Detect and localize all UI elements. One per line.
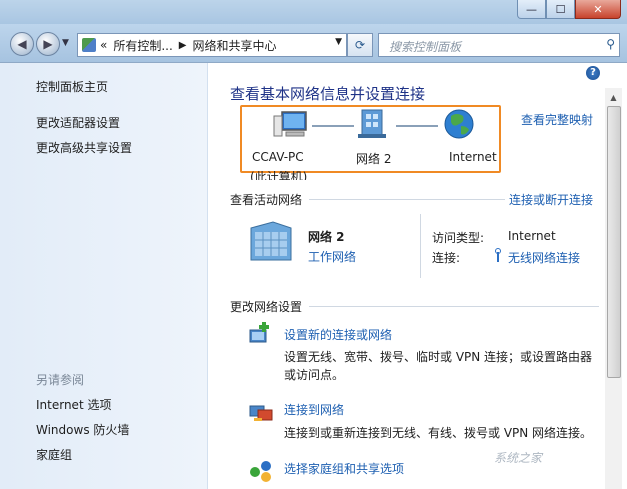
- maximize-button[interactable]: ☐: [546, 0, 575, 19]
- internet-label: Internet: [449, 150, 497, 164]
- connect-network-icon[interactable]: [248, 400, 274, 424]
- close-button[interactable]: ✕: [575, 0, 621, 19]
- window: — ☐ ✕ ◀ ▶ ▼ « 所有控制... ▶ 网络和共享中心 ▼ ⟳ 搜索控制…: [0, 0, 627, 489]
- search-icon[interactable]: ⚲: [606, 37, 615, 51]
- breadcrumb-all-control-panel[interactable]: 所有控制...: [113, 37, 172, 54]
- network-icon[interactable]: [356, 108, 392, 140]
- change-settings-header: 更改网络设置: [230, 300, 303, 314]
- connect-to-network-link[interactable]: 连接到网络: [284, 401, 344, 418]
- sidebar-item-internet-options[interactable]: Internet 选项: [36, 396, 111, 413]
- setup-connection-desc-2: 或访问点。: [284, 368, 345, 382]
- connect-disconnect-link[interactable]: 连接或断开连接: [509, 191, 593, 208]
- work-network-icon[interactable]: [245, 220, 297, 264]
- window-controls: — ☐ ✕: [517, 0, 621, 19]
- title-bar: — ☐ ✕: [0, 0, 627, 24]
- sidebar-item-windows-firewall[interactable]: Windows 防火墙: [36, 421, 129, 438]
- page-title: 查看基本网络信息并设置连接: [230, 85, 426, 103]
- network-label: 网络 2: [356, 152, 392, 166]
- scroll-up-icon[interactable]: ▲: [605, 90, 622, 106]
- section-divider: [309, 306, 599, 307]
- connection-label: 连接:: [432, 251, 461, 265]
- active-network-name: 网络 2: [308, 230, 345, 244]
- network-type-link[interactable]: 工作网络: [308, 248, 356, 265]
- sidebar: 控制面板主页 更改适配器设置 更改高级共享设置 另请参阅 Internet 选项…: [0, 63, 208, 489]
- connection-line: [396, 125, 438, 127]
- access-type-value: Internet: [508, 229, 556, 243]
- minimize-button[interactable]: —: [517, 0, 546, 19]
- sidebar-item-adapter-settings[interactable]: 更改适配器设置: [36, 114, 120, 131]
- active-networks-header: 查看活动网络: [230, 193, 303, 207]
- homegroup-icon[interactable]: [248, 458, 274, 482]
- sidebar-item-homegroup[interactable]: 家庭组: [36, 446, 72, 463]
- section-divider: [309, 199, 505, 200]
- connection-line: [312, 125, 354, 127]
- pc-sublabel: (此计算机): [250, 171, 308, 180]
- setup-connection-link[interactable]: 设置新的连接或网络: [284, 326, 392, 343]
- computer-icon[interactable]: [272, 110, 308, 140]
- refresh-icon[interactable]: ⟳: [347, 33, 373, 57]
- homegroup-sharing-link[interactable]: 选择家庭组和共享选项: [284, 460, 404, 477]
- chevron-right-icon[interactable]: ▶: [179, 40, 187, 51]
- search-input[interactable]: 搜索控制面板 ⚲: [378, 33, 620, 57]
- sidebar-item-advanced-sharing[interactable]: 更改高级共享设置: [36, 139, 132, 156]
- wireless-icon: [495, 248, 501, 262]
- setup-connection-desc: 设置无线、宽带、拨号、临时或 VPN 连接；或设置路由器: [284, 350, 593, 364]
- breadcrumb-overflow[interactable]: «: [100, 38, 107, 52]
- pc-label: CCAV-PC: [252, 150, 304, 164]
- scrollbar-thumb[interactable]: [607, 106, 621, 378]
- see-also-header: 另请参阅: [36, 373, 85, 387]
- connect-to-network-desc: 连接到或重新连接到无线、有线、拨号或 VPN 网络连接。: [284, 426, 593, 440]
- vertical-divider: [420, 214, 421, 278]
- full-map-link[interactable]: 查看完整映射: [521, 111, 593, 128]
- new-connection-icon[interactable]: [248, 322, 274, 348]
- watermark: 系统之家: [494, 451, 543, 465]
- globe-icon[interactable]: [443, 108, 475, 140]
- chevron-down-icon[interactable]: ▼: [335, 37, 342, 47]
- wireless-connection-link[interactable]: 无线网络连接: [508, 249, 580, 266]
- address-bar[interactable]: « 所有控制... ▶ 网络和共享中心 ▼: [77, 33, 347, 57]
- help-icon[interactable]: ?: [586, 66, 600, 80]
- access-type-label: 访问类型:: [432, 231, 485, 245]
- recent-pages-dropdown[interactable]: ▼: [62, 38, 69, 48]
- sidebar-item-control-panel-home[interactable]: 控制面板主页: [36, 78, 108, 95]
- back-arrow-icon[interactable]: ◀: [10, 32, 34, 56]
- forward-arrow-icon[interactable]: ▶: [36, 32, 60, 56]
- control-panel-icon: [82, 38, 96, 52]
- breadcrumb-network-center[interactable]: 网络和共享中心: [193, 37, 277, 54]
- navigation-bar: ◀ ▶ ▼ « 所有控制... ▶ 网络和共享中心 ▼ ⟳ 搜索控制面板 ⚲: [0, 24, 627, 63]
- search-placeholder: 搜索控制面板: [389, 40, 462, 54]
